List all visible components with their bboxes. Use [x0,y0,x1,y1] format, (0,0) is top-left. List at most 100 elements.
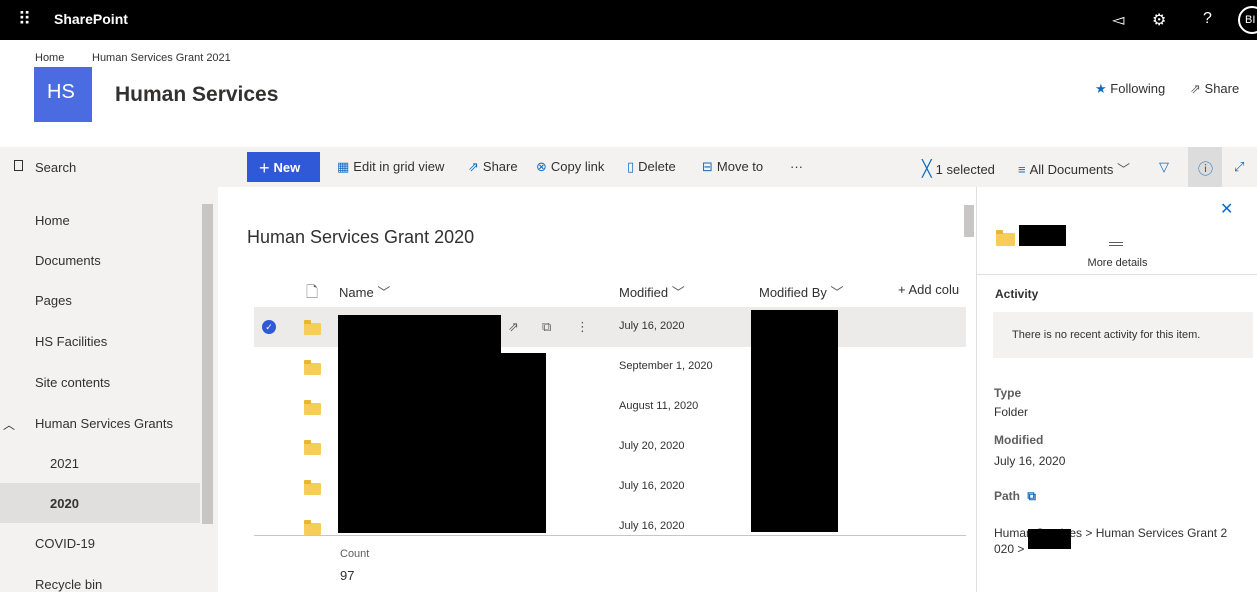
column-name[interactable]: Name ﹀ [339,282,390,301]
view-switcher[interactable]: ≡ All Documents ﹀ [1018,159,1130,178]
share-site-button[interactable]: ⇗ Share [1190,81,1239,97]
modified-value: July 16, 2020 [994,454,1066,468]
close-icon: ╳ [922,161,932,178]
site-title[interactable]: Human Services [115,83,278,107]
following-button[interactable]: ★ Following [1095,81,1165,97]
divider [254,535,966,536]
gear-icon[interactable]: ⚙ [1152,10,1166,30]
file-type-icon[interactable]: 🗋 [306,282,318,307]
column-modified-label: Modified [619,285,669,300]
redaction [1019,225,1066,246]
filter-icon[interactable]: ▽ [1159,159,1173,175]
divider [977,274,1257,275]
library-title: Human Services Grant 2020 [247,227,475,247]
move-icon: ⊟ [702,159,713,174]
site-logo[interactable]: HS [34,67,92,122]
delete-label: Delete [638,159,676,174]
share-icon: ⇗ [1190,81,1201,96]
nav-item-hs-facilities[interactable]: HS Facilities [0,321,200,361]
grid-icon: ▦ [337,159,350,174]
modified-date: August 11, 2020 [619,400,699,412]
chevron-up-icon[interactable]: ︿ [3,416,15,433]
count-value: 97 [340,568,355,583]
nav-item-site-contents[interactable]: Site contents [0,362,200,402]
avatar[interactable]: BI [1238,6,1257,34]
move-to-label: Move to [716,159,764,174]
move-to-button[interactable]: ⊟ Move to [702,159,763,175]
modified-date: July 16, 2020 [619,320,685,332]
folder-icon [304,480,321,495]
search-box[interactable]: Search [0,147,218,187]
type-value: Folder [994,405,1029,419]
trash-icon: ▯ [627,159,635,174]
waffle-icon[interactable]: ⠿ [18,9,31,30]
list-scroll-thumb[interactable] [964,205,974,237]
star-icon: ★ [1095,81,1107,96]
column-modified[interactable]: Modified ﹀ [619,282,685,301]
new-button[interactable]: + New [247,152,320,182]
path-segment[interactable]: 020 [994,542,1014,556]
modified-date: July 16, 2020 [619,480,685,492]
column-modified-by[interactable]: Modified By ﹀ [759,282,844,301]
path-label: Path ⧉ [994,489,1036,504]
folder-icon [996,230,1015,246]
search-icon [14,160,23,171]
nav-item-label: Human Services Grants [35,416,173,431]
copy-path-icon[interactable]: ⧉ [1027,489,1036,503]
following-label: Following [1110,81,1166,96]
share-icon[interactable]: ⇗ [508,319,519,335]
plus-icon: + [259,158,270,178]
share-button[interactable]: ⇗ Share [468,159,518,175]
share-icon: ⇗ [468,159,479,174]
nav-item-2020[interactable]: 2020 [0,483,200,523]
nav-item-home[interactable]: Home [0,200,200,240]
megaphone-icon[interactable]: ◅ [1112,10,1124,30]
redaction [338,315,501,355]
modified-date: July 20, 2020 [619,440,685,452]
view-label: All Documents [1029,162,1114,177]
nav-item-2021[interactable]: 2021 [0,443,200,483]
modified-label: Modified [994,433,1044,447]
path-segment[interactable]: Human Services Grant 2 [1096,526,1227,540]
close-icon[interactable]: ✕ [1220,199,1233,219]
redaction [338,353,546,533]
nav-item-human-services-grants[interactable]: ︿ Human Services Grants [0,403,200,443]
breadcrumb-current[interactable]: Human Services Grant 2021 [92,52,231,64]
folder-icon [304,520,321,535]
nav-item-pages[interactable]: Pages [0,280,200,320]
nav-item-covid-19[interactable]: COVID-19 [0,523,200,563]
nav-scrollbar[interactable] [200,192,215,592]
add-column-button[interactable]: + Add colu [898,282,959,297]
folder-icon [304,320,321,335]
nav-scroll-thumb[interactable] [202,204,213,524]
nav-item-documents[interactable]: Documents [0,240,200,280]
folder-icon [304,440,321,455]
more-details-icon[interactable] [1109,242,1123,246]
check-icon[interactable]: ✓ [262,320,276,334]
copy-link-label: Copy link [550,159,605,174]
info-pane-button[interactable]: ⓘ [1188,147,1222,187]
expand-icon[interactable]: ⤢ [1234,159,1244,175]
copy-link-button[interactable]: ⊗ Copy link [536,159,604,175]
delete-button[interactable]: ▯ Delete [627,159,676,175]
redaction [1028,529,1071,549]
chevron-down-icon: ﹀ [671,285,685,300]
list-scrollbar[interactable] [962,187,976,592]
edit-grid-label: Edit in grid view [353,159,445,174]
more-commands-button[interactable]: ··· [790,159,803,174]
breadcrumb-home[interactable]: Home [35,52,64,64]
selected-count: 1 selected [935,162,995,177]
suite-bar: ⠿ SharePoint ◅ ⚙ ? BI [0,0,1257,40]
folder-icon [304,400,321,415]
nav-item-recycle-bin[interactable]: Recycle bin [0,564,200,604]
help-icon[interactable]: ? [1203,10,1212,28]
clear-selection-button[interactable]: ╳ 1 selected [922,159,995,179]
activity-heading: Activity [995,287,1039,301]
path-label-text: Path [994,489,1021,503]
chevron-down-icon: ﹀ [377,285,391,300]
more-details-link[interactable]: More details [977,257,1257,269]
app-name[interactable]: SharePoint [54,11,128,27]
edit-grid-view-button[interactable]: ▦ Edit in grid view [337,159,444,175]
copy-link-icon[interactable]: ⧉ [542,319,551,335]
more-icon[interactable]: ⋮ [576,319,589,335]
